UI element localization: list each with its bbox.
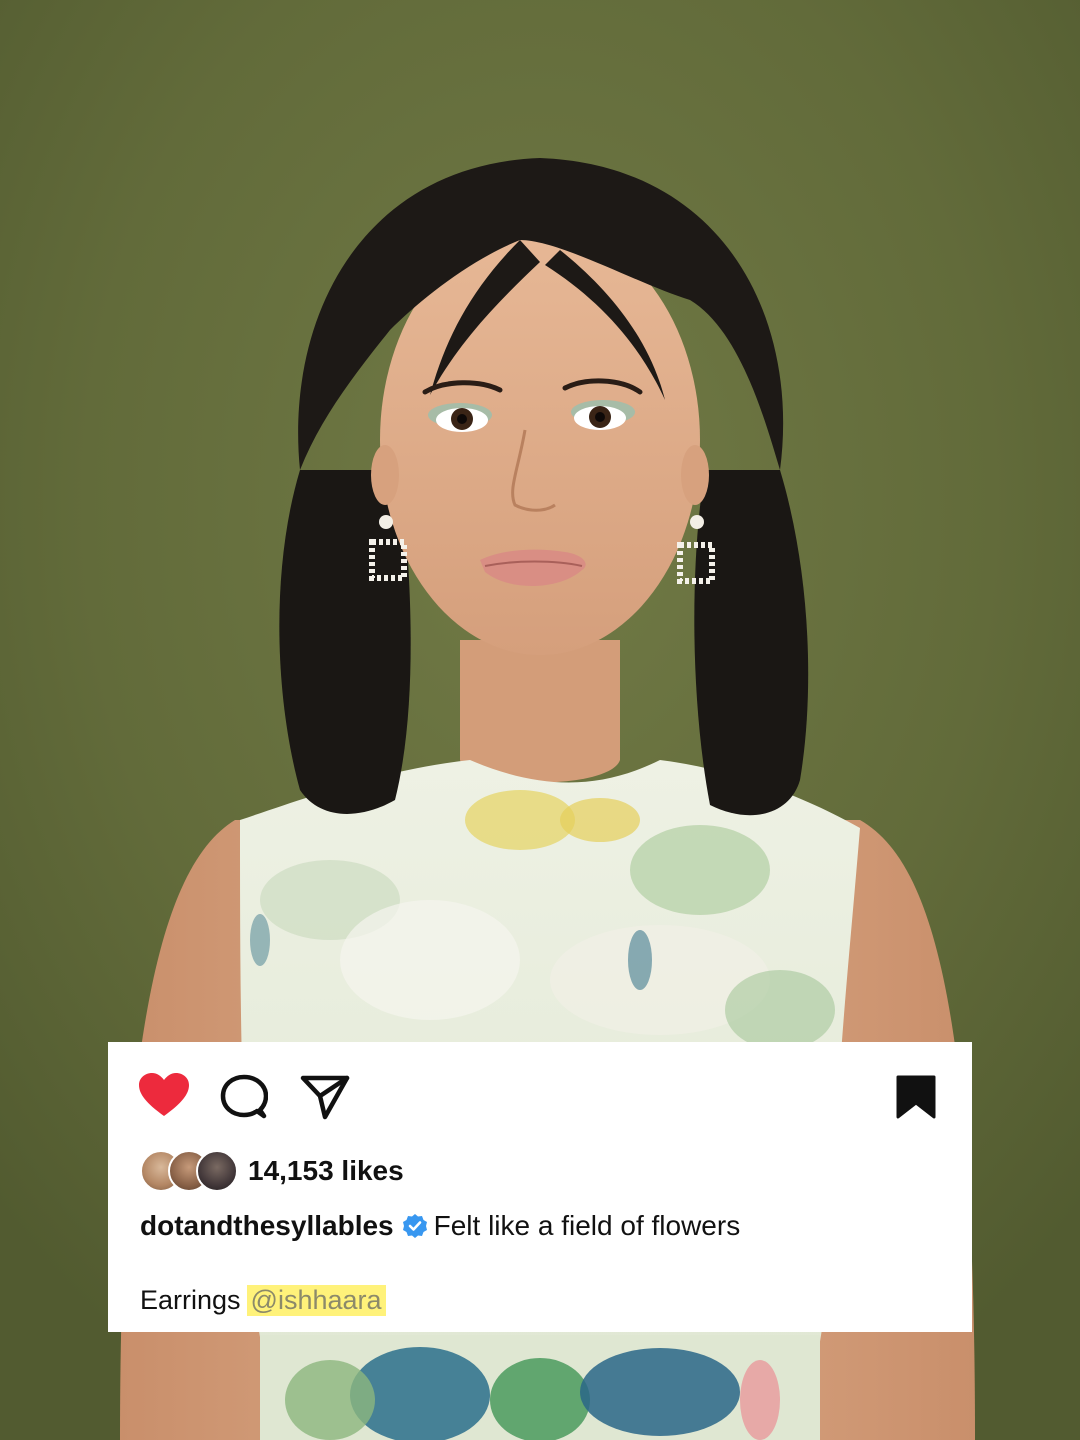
caption-row: dotandthesyllables Felt like a field of … <box>140 1208 740 1244</box>
likes-count[interactable]: 14,153 likes <box>248 1155 404 1187</box>
post-card: 14,153 likes dotandthesyllables Felt lik… <box>108 1042 972 1332</box>
avatar[interactable] <box>196 1150 238 1192</box>
post-action-bar <box>138 1072 948 1122</box>
heart-filled-icon[interactable] <box>138 1072 190 1118</box>
verified-badge-icon <box>402 1214 427 1238</box>
comment-bubble-icon[interactable] <box>220 1074 268 1120</box>
liker-avatars <box>140 1150 242 1192</box>
caption-text: Felt like a field of flowers <box>433 1210 741 1241</box>
username-link[interactable]: dotandthesyllables <box>140 1210 394 1242</box>
paper-plane-icon[interactable] <box>300 1074 350 1120</box>
likes-row: 14,153 likes <box>140 1150 404 1192</box>
credit-label: Earrings <box>140 1284 241 1315</box>
credit-row: Earrings @ishhaara <box>140 1282 386 1318</box>
bookmark-filled-icon[interactable] <box>896 1075 936 1119</box>
mention-link[interactable]: @ishhaara <box>246 1284 386 1316</box>
